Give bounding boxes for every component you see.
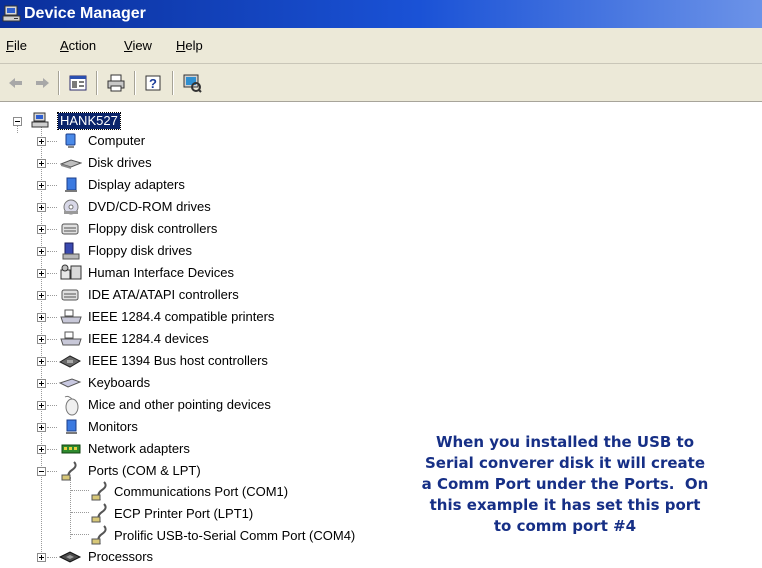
tree-item-label: Prolific USB-to-Serial Comm Port (COM4) <box>114 528 356 543</box>
expand-box[interactable] <box>37 269 46 278</box>
expand-box[interactable] <box>37 203 46 212</box>
expand-box[interactable] <box>37 137 46 146</box>
computer-icon <box>62 132 80 150</box>
help-icon[interactable]: ? <box>144 73 164 93</box>
expand-box[interactable] <box>37 159 46 168</box>
hid-icon <box>60 264 82 282</box>
expand-box[interactable] <box>37 335 46 344</box>
tree-connector <box>70 477 71 539</box>
tree-item-label: Keyboards <box>88 375 151 390</box>
controller-icon <box>60 220 79 238</box>
back-arrow-icon[interactable] <box>6 73 26 93</box>
controller-icon <box>60 286 79 304</box>
tree-root-label: HANK527 <box>57 112 121 130</box>
network-adapter-icon <box>60 440 81 458</box>
disk-drive-icon <box>60 154 82 172</box>
expand-box[interactable] <box>37 379 46 388</box>
printer-icon <box>60 308 82 326</box>
tree-connector <box>71 512 89 513</box>
toolbar-separator <box>96 71 98 95</box>
scan-hardware-icon[interactable] <box>182 73 202 93</box>
annotation-line: Serial converer disk it will create <box>425 454 705 472</box>
computer-icon <box>31 112 49 130</box>
tree-item-label: Communications Port (COM1) <box>114 484 289 499</box>
annotation-line: this example it has set this port <box>429 496 701 514</box>
print-icon[interactable] <box>106 73 126 93</box>
tree-item-label: Ports (COM & LPT) <box>88 463 201 478</box>
tree-item-label: IDE ATA/ATAPI controllers <box>88 287 239 302</box>
toolbar: ? <box>0 64 762 102</box>
floppy-drive-icon <box>62 242 80 260</box>
tree-item-label: DVD/CD-ROM drives <box>88 199 211 214</box>
annotation-line: a Comm Port under the Ports. On <box>421 475 709 493</box>
tree-item-label: ECP Printer Port (LPT1) <box>114 506 254 521</box>
menu-file[interactable]: File <box>6 38 27 54</box>
tree-item-label: Monitors <box>88 419 138 434</box>
annotation-line: to comm port #4 <box>493 517 637 535</box>
expand-box[interactable] <box>37 553 46 562</box>
annotation-text: When you installed the USB to Serial con… <box>380 432 750 537</box>
port-icon <box>90 480 108 501</box>
display-adapter-icon <box>62 176 80 194</box>
title-bar: Device Manager <box>0 0 762 28</box>
tree-item-label: Floppy disk controllers <box>88 221 218 236</box>
annotation-line: When you installed the USB to <box>435 433 695 451</box>
keyboard-icon <box>58 374 82 392</box>
tree-item-label: Floppy disk drives <box>88 243 193 258</box>
menu-help[interactable]: Help <box>176 38 203 54</box>
tree-connector <box>71 534 89 535</box>
collapse-box[interactable] <box>37 467 46 476</box>
menu-bar: File Action View Help <box>0 28 762 64</box>
tree-item-label: Network adapters <box>88 441 190 456</box>
expand-box[interactable] <box>37 401 46 410</box>
toolbar-separator <box>58 71 60 95</box>
mouse-icon <box>62 394 80 416</box>
svg-text:?: ? <box>149 76 157 91</box>
expand-box[interactable] <box>37 225 46 234</box>
port-icon <box>90 524 108 545</box>
computer-icon <box>2 4 22 24</box>
bus-controller-icon <box>58 352 82 370</box>
expand-box[interactable] <box>37 247 46 256</box>
expand-box[interactable] <box>37 181 46 190</box>
forward-arrow-icon[interactable] <box>32 73 52 93</box>
expand-box[interactable] <box>37 357 46 366</box>
tree-item-label: Human Interface Devices <box>88 265 234 280</box>
dvd-drive-icon <box>62 198 80 216</box>
window-title: Device Manager <box>24 5 146 22</box>
menu-view[interactable]: View <box>124 38 152 54</box>
expand-box[interactable] <box>37 291 46 300</box>
tree-item-label: Display adapters <box>88 177 185 192</box>
monitor-icon <box>62 418 80 436</box>
tree-item-label: IEEE 1284.4 compatible printers <box>88 309 275 324</box>
expand-box[interactable] <box>37 313 46 322</box>
collapse-box[interactable] <box>13 117 22 126</box>
tree-item-label: Processors <box>88 549 154 564</box>
toolbar-separator <box>134 71 136 95</box>
tree-item-label: IEEE 1394 Bus host controllers <box>88 353 268 368</box>
tree-item-label: Disk drives <box>88 155 152 170</box>
tree-connector <box>71 490 89 491</box>
properties-icon[interactable] <box>68 73 88 93</box>
menu-action[interactable]: Action <box>60 38 96 54</box>
processor-icon <box>58 548 82 566</box>
tree-item-label: Mice and other pointing devices <box>88 397 271 412</box>
expand-box[interactable] <box>37 445 46 454</box>
printer-icon <box>60 330 82 348</box>
toolbar-separator <box>172 71 174 95</box>
port-icon <box>60 460 78 481</box>
tree-item-label: IEEE 1284.4 devices <box>88 331 209 346</box>
expand-box[interactable] <box>37 423 46 432</box>
tree-item-label: Computer <box>88 133 146 148</box>
port-icon <box>90 502 108 523</box>
